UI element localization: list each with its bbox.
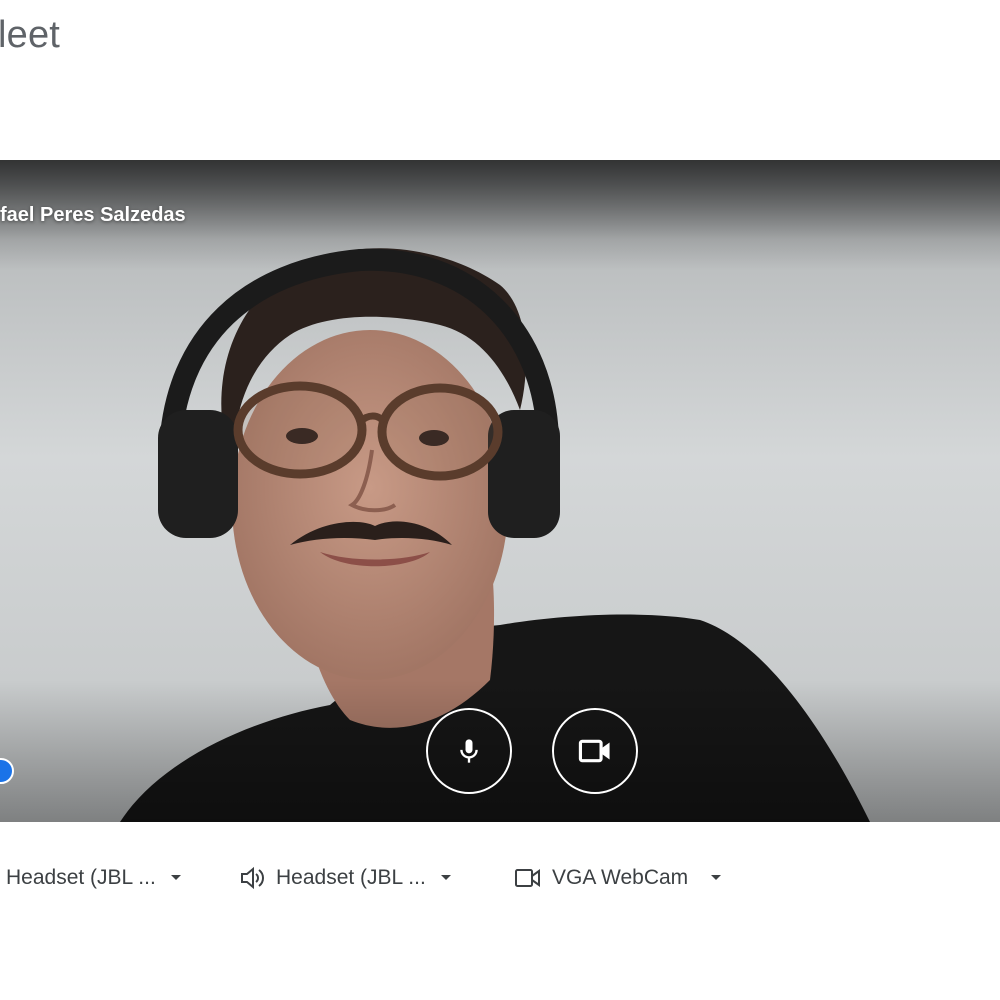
microphone-select-label: Headset (JBL ... <box>6 866 156 889</box>
speaker-select[interactable]: Headset (JBL ... <box>240 858 452 898</box>
toggle-camera-button[interactable] <box>552 708 638 794</box>
caret-down-icon <box>170 874 182 882</box>
videocam-icon <box>578 739 610 763</box>
toggle-microphone-button[interactable] <box>426 708 512 794</box>
videocam-icon <box>514 867 542 889</box>
participant-name-label: fael Peres Salzedas <box>0 204 186 226</box>
app-title: leet <box>0 14 61 56</box>
caret-down-icon <box>710 874 722 882</box>
caret-down-icon <box>440 874 452 882</box>
device-settings-bar: Headset (JBL ... Headset (JBL ... VGA We… <box>0 858 1000 898</box>
camera-select-label: VGA WebCam <box>552 866 689 889</box>
speaker-icon <box>240 866 266 890</box>
camera-select[interactable]: VGA WebCam <box>514 858 722 898</box>
video-preview: fael Peres Salzedas <box>0 160 1000 822</box>
microphone-icon <box>460 739 478 763</box>
microphone-select[interactable]: Headset (JBL ... <box>6 858 182 898</box>
speaker-select-label: Headset (JBL ... <box>276 866 426 889</box>
